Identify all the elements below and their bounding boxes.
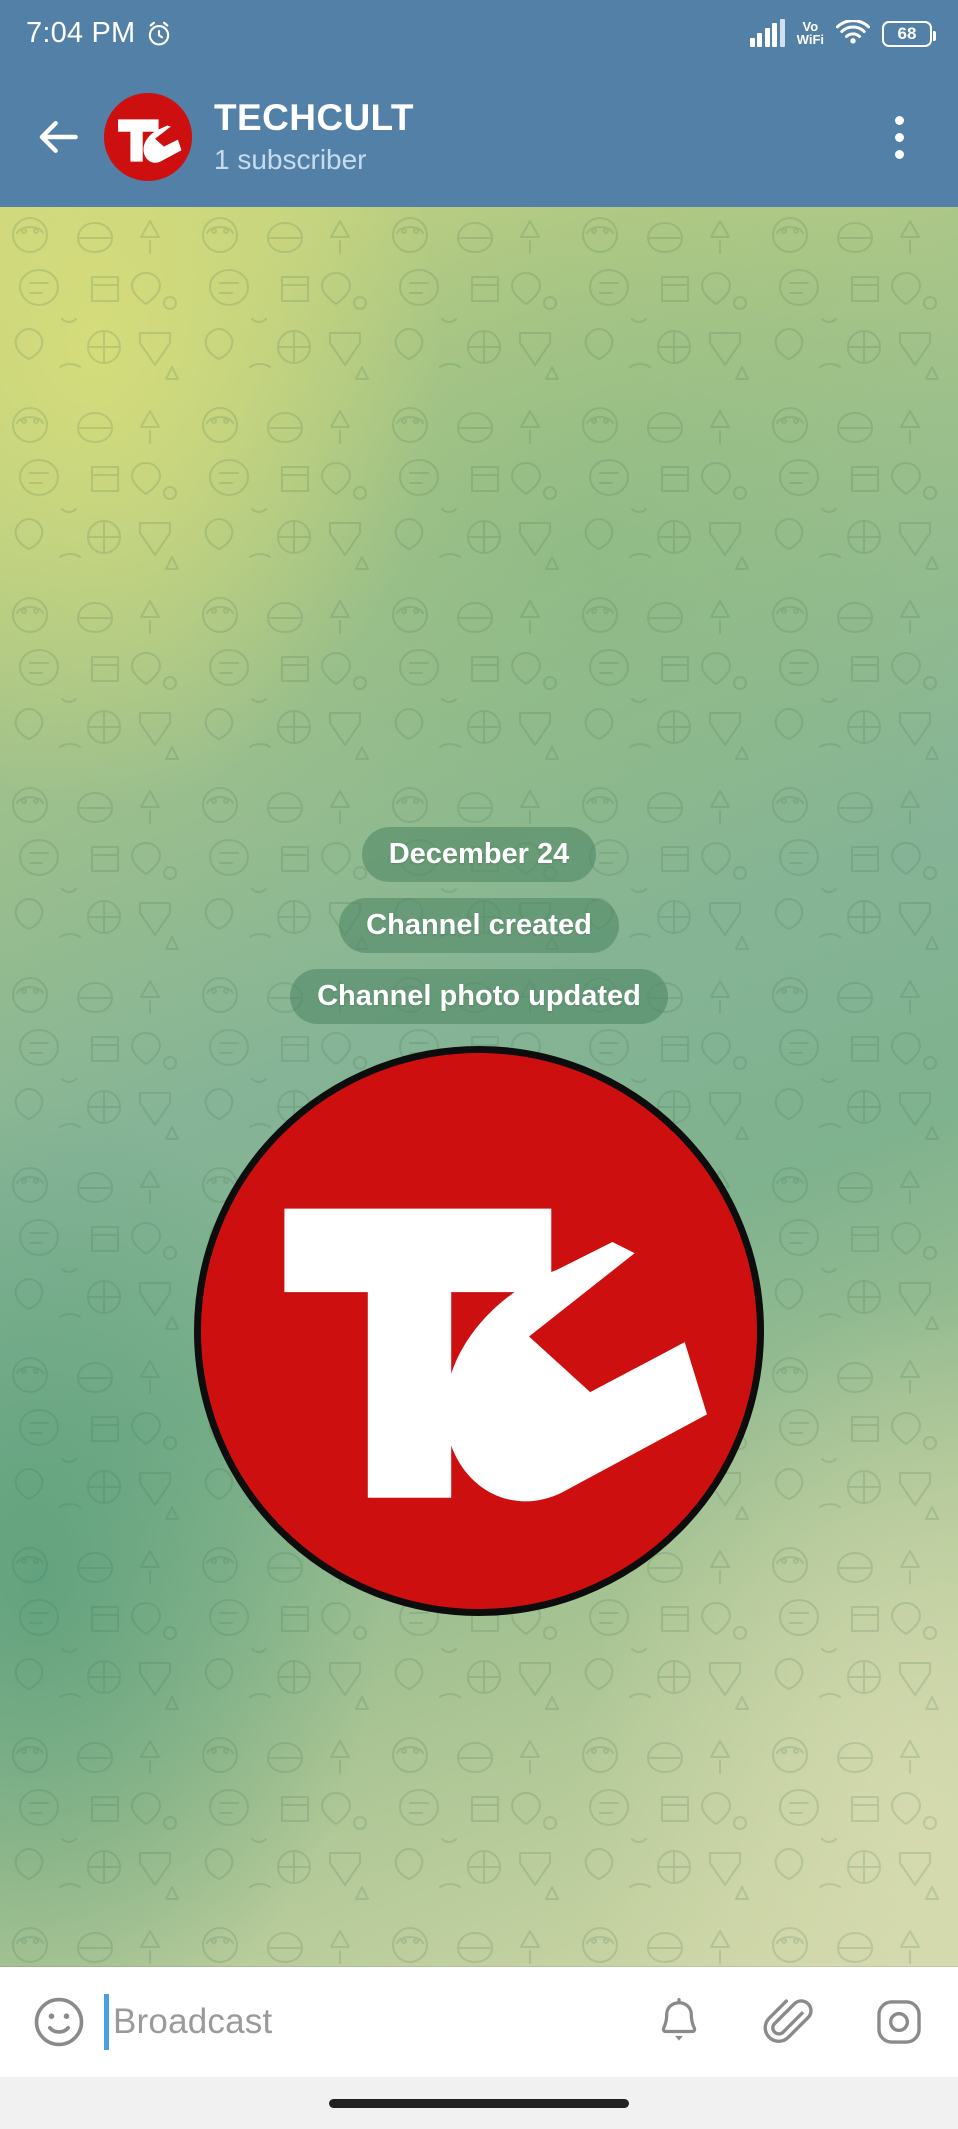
vowifi-line-2: WiFi: [796, 31, 824, 47]
message-input-bar: Broadcast: [0, 1967, 958, 2077]
input-bar-actions: [648, 1991, 930, 2053]
header-text-block[interactable]: TECHCULT 1 subscriber: [214, 97, 862, 176]
battery-level-label: 68: [897, 23, 917, 43]
back-button[interactable]: [22, 100, 96, 174]
notification-button[interactable]: [648, 1991, 710, 2053]
wifi-icon: [836, 20, 870, 44]
telegram-channel-screen: 7:04 PM Vo WiFi 68 TECHCULT 1 subscriber…: [0, 0, 958, 2129]
notification-bell-icon: [661, 1998, 697, 2041]
status-bar: 7:04 PM Vo WiFi 68: [0, 0, 958, 67]
system-navigation-bar: [0, 2077, 958, 2129]
camera-button[interactable]: [868, 1991, 930, 2053]
home-indicator[interactable]: [329, 2098, 629, 2108]
paperclip-icon: [763, 1999, 813, 2043]
subscriber-count: 1 subscriber: [214, 143, 367, 175]
vowifi-indicator: Vo WiFi: [796, 20, 824, 47]
techcult-logo-icon: [104, 93, 192, 181]
service-message-channel-created[interactable]: Channel created: [339, 898, 619, 953]
chat-header: TECHCULT 1 subscriber: [0, 67, 958, 207]
status-bar-left: 7:04 PM: [26, 17, 174, 50]
service-message-date[interactable]: December 24: [361, 827, 597, 882]
overflow-menu-button[interactable]: [862, 94, 936, 180]
camera-icon: [877, 2000, 921, 2044]
message-input-placeholder: Broadcast: [113, 2002, 273, 2041]
overflow-menu-icon: [894, 115, 904, 125]
page-title: TECHCULT: [214, 97, 414, 139]
chat-background: December 24 Channel created Channel phot…: [0, 207, 958, 1967]
battery-indicator: 68: [882, 20, 936, 47]
cellular-signal-icon: [749, 18, 785, 47]
back-arrow-icon: [39, 121, 78, 153]
emoji-button[interactable]: [28, 1991, 90, 2053]
header-channel-avatar[interactable]: [104, 93, 192, 181]
message-list: December 24 Channel created Channel phot…: [0, 827, 958, 1616]
alarm-clock-icon: [149, 21, 170, 45]
channel-photo-message[interactable]: [194, 1046, 764, 1616]
status-bar-right: Vo WiFi 68: [749, 18, 936, 47]
service-message-channel-photo-updated[interactable]: Channel photo updated: [290, 969, 668, 1024]
channel-photo-avatar[interactable]: [194, 1046, 764, 1616]
techcult-logo-icon: [201, 1053, 757, 1609]
status-bar-clock: 7:04 PM: [26, 17, 136, 49]
text-cursor: [104, 1994, 109, 2050]
message-input-field[interactable]: Broadcast: [104, 1994, 632, 2050]
smiley-face-icon: [34, 1997, 84, 2047]
attach-button[interactable]: [758, 1991, 820, 2053]
